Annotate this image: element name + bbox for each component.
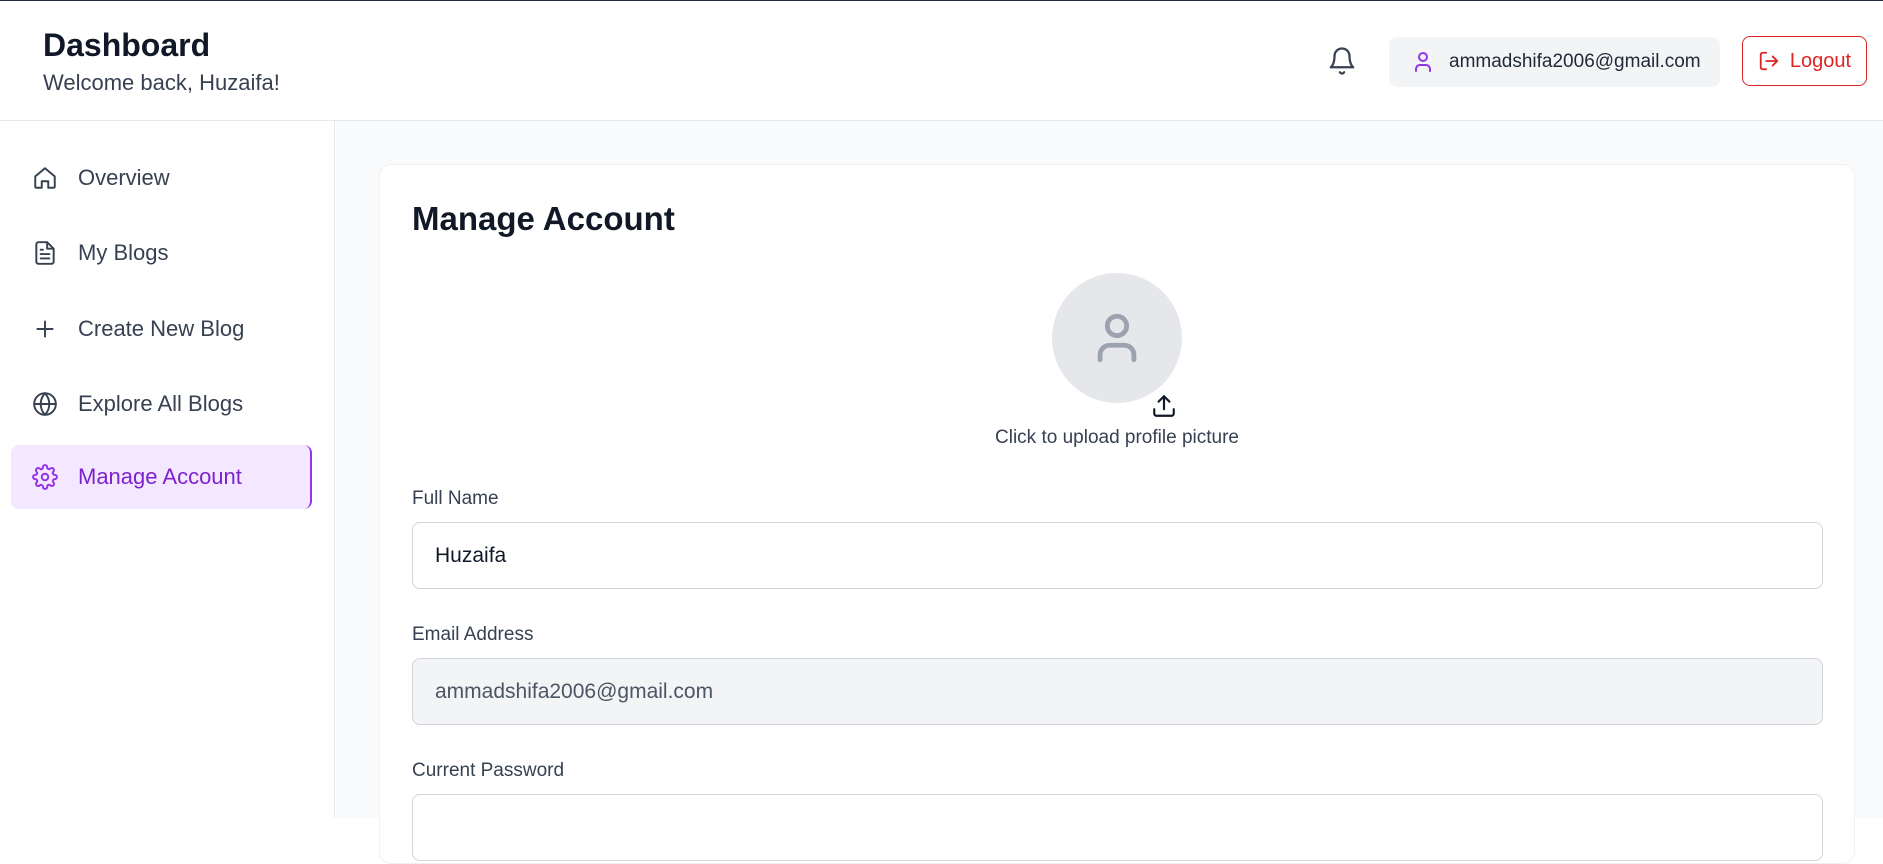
email-label: Email Address	[412, 624, 534, 645]
sidebar-item-label: Create New Blog	[78, 316, 245, 341]
upload-hint: Click to upload profile picture	[995, 427, 1239, 448]
page-title: Dashboard	[43, 27, 211, 63]
user-placeholder-icon	[1097, 313, 1137, 363]
sidebar: Overview My Blogs Create New Blog Explor…	[0, 121, 335, 818]
document-icon	[31, 239, 59, 267]
main-content: Manage Account Click to upload profile p…	[336, 121, 1883, 864]
plus-icon	[31, 315, 59, 343]
user-icon	[1415, 52, 1431, 72]
current-password-label: Current Password	[412, 760, 565, 781]
sidebar-item-create-new-blog[interactable]: Create New Blog	[11, 297, 312, 361]
gear-icon	[31, 463, 59, 491]
header: Dashboard Welcome back, Huzaifa! ammadsh…	[0, 1, 1883, 121]
sidebar-item-label: My Blogs	[78, 240, 169, 265]
manage-account-card: Manage Account Click to upload profile p…	[379, 164, 1855, 864]
upload-icon[interactable]	[1151, 393, 1177, 419]
globe-icon	[31, 390, 59, 418]
notifications-button[interactable]	[1324, 43, 1360, 79]
home-icon	[31, 164, 59, 192]
sidebar-item-label: Manage Account	[78, 464, 242, 489]
logout-icon	[1759, 51, 1779, 71]
bell-icon	[1329, 47, 1355, 75]
user-chip[interactable]: ammadshifa2006@gmail.com	[1389, 37, 1720, 87]
sidebar-item-explore-all-blogs[interactable]: Explore All Blogs	[11, 372, 312, 436]
logout-button[interactable]: Logout	[1742, 36, 1867, 86]
sidebar-item-overview[interactable]: Overview	[11, 146, 312, 210]
email-field[interactable]	[412, 658, 1823, 725]
sidebar-item-label: Explore All Blogs	[78, 391, 244, 416]
sidebar-item-manage-account[interactable]: Manage Account	[11, 445, 312, 509]
full-name-label: Full Name	[412, 488, 499, 509]
sidebar-item-label: Overview	[78, 165, 170, 190]
full-name-field[interactable]	[412, 522, 1823, 589]
avatar[interactable]	[1052, 273, 1182, 403]
user-email: ammadshifa2006@gmail.com	[1449, 51, 1701, 72]
sidebar-item-my-blogs[interactable]: My Blogs	[11, 221, 312, 285]
current-password-field[interactable]	[412, 794, 1823, 861]
logout-label: Logout	[1789, 49, 1852, 72]
section-title: Manage Account	[412, 200, 675, 237]
welcome-message: Welcome back, Huzaifa!	[43, 70, 280, 95]
